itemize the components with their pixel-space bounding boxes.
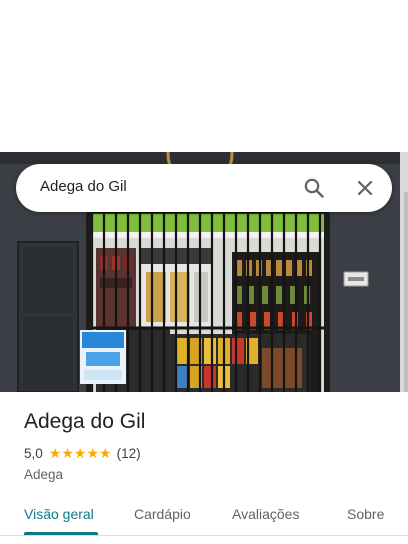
tab-overview[interactable]: Visão geral xyxy=(24,506,94,522)
rating-value: 5,0 xyxy=(24,446,43,461)
review-count[interactable]: (12) xyxy=(117,446,141,461)
star-icon: ★ xyxy=(48,445,62,462)
tab-menu[interactable]: Cardápio xyxy=(134,506,191,522)
tab-about[interactable]: Sobre xyxy=(347,506,384,522)
search-bar[interactable]: Adega do Gil xyxy=(16,164,392,212)
place-info-panel: Adega do Gil 5,0 ★ ★ ★ ★ ★ (12) Adega Vi… xyxy=(0,392,408,544)
search-query-text[interactable]: Adega do Gil xyxy=(40,178,127,195)
close-icon[interactable] xyxy=(353,176,377,200)
map-top-area xyxy=(0,0,408,152)
place-tabs: Visão geral Cardápio Avaliações Sobre xyxy=(0,502,408,536)
star-rating: ★ ★ ★ ★ ★ xyxy=(49,447,112,461)
tab-reviews[interactable]: Avaliações xyxy=(232,506,299,522)
star-icon: ★ xyxy=(61,445,74,462)
tabs-divider xyxy=(0,535,408,536)
rating-row[interactable]: 5,0 ★ ★ ★ ★ ★ (12) xyxy=(24,446,141,461)
search-icon[interactable] xyxy=(302,176,326,200)
star-icon: ★ xyxy=(73,445,87,462)
star-icon: ★ xyxy=(86,445,100,462)
star-icon: ★ xyxy=(99,445,112,462)
place-title: Adega do Gil xyxy=(24,410,146,433)
place-category: Adega xyxy=(24,467,64,482)
